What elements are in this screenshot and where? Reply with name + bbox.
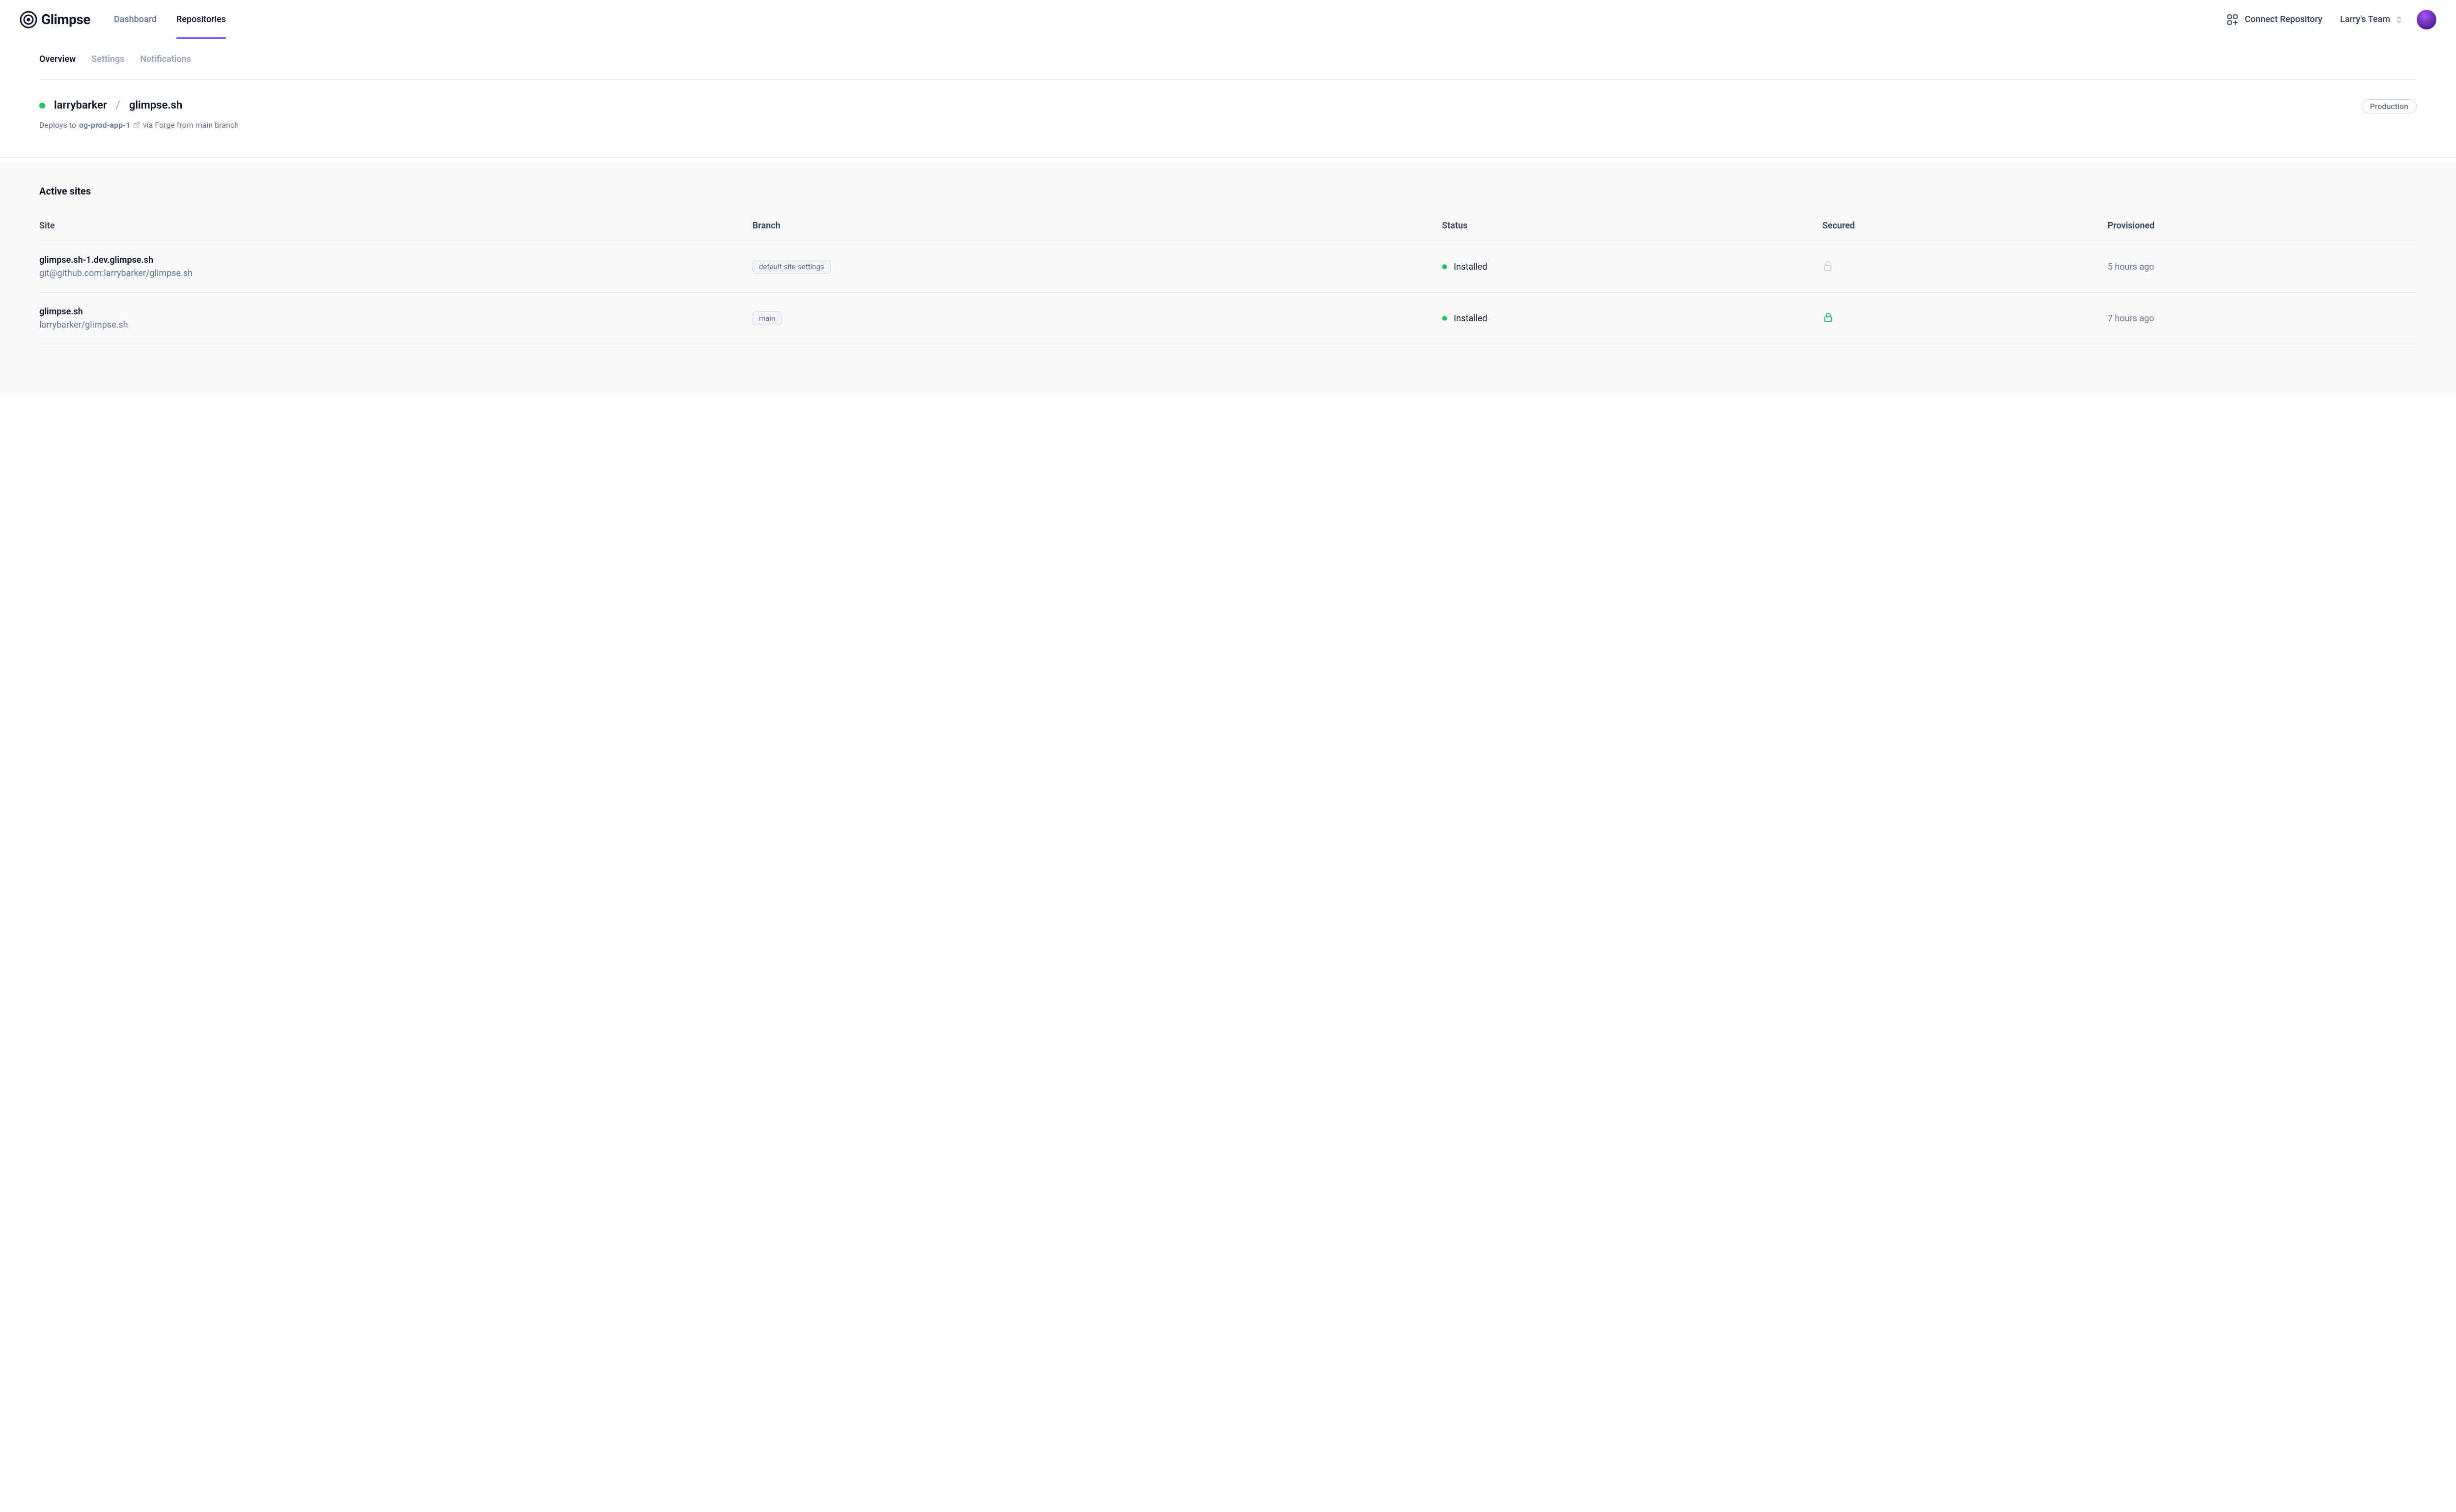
col-branch: Branch	[753, 221, 1442, 241]
top-nav: Glimpse Dashboard Repositories Connect R…	[0, 0, 2456, 39]
chevron-up-down-icon	[2395, 16, 2403, 24]
connect-repository-button[interactable]: Connect Repository	[2226, 13, 2322, 26]
col-status: Status	[1442, 221, 1822, 241]
branch-badge: default-site-settings	[753, 260, 831, 274]
repo-status-dot-icon	[39, 103, 45, 109]
col-provisioned: Provisioned	[2108, 221, 2417, 241]
active-sites-heading: Active sites	[39, 185, 2417, 197]
deploy-server: og-prod-app-1	[79, 120, 130, 130]
status-text: Installed	[1454, 262, 1487, 272]
status-dot-icon	[1442, 316, 1447, 321]
repo-title: larrybarker / glimpse.sh	[39, 99, 239, 112]
subnav-notifications[interactable]: Notifications	[140, 54, 191, 64]
branch-badge: main	[753, 311, 781, 325]
environment-badge: Production	[2362, 99, 2417, 113]
deploy-summary: Deploys to og-prod-app-1 via Forge from …	[39, 120, 239, 130]
provisioned-time: 7 hours ago	[2108, 293, 2417, 344]
repo-name: glimpse.sh	[129, 99, 182, 112]
grid-plus-icon	[2226, 13, 2239, 26]
provisioned-time: 5 hours ago	[2108, 241, 2417, 293]
subnav-overview[interactable]: Overview	[39, 54, 76, 64]
lock-closed-icon	[1822, 311, 1834, 323]
nav-dashboard[interactable]: Dashboard	[114, 0, 157, 39]
lock-open-icon	[1822, 260, 1834, 272]
col-secured: Secured	[1822, 221, 2108, 241]
brand[interactable]: Glimpse	[20, 11, 90, 28]
site-repo: larrybarker/glimpse.sh	[39, 320, 753, 330]
status-text: Installed	[1454, 313, 1487, 324]
external-link-icon	[133, 122, 140, 129]
repo-subnav: Overview Settings Notifications	[39, 39, 2417, 80]
site-name: glimpse.sh	[39, 307, 753, 317]
site-name: glimpse.sh-1.dev.glimpse.sh	[39, 255, 753, 265]
deploy-suffix: via Forge from main branch	[143, 120, 239, 130]
deploy-server-link[interactable]: og-prod-app-1	[79, 120, 140, 130]
subnav-settings[interactable]: Settings	[91, 54, 124, 64]
team-switcher[interactable]: Larry's Team	[2340, 14, 2403, 25]
brand-logo-icon	[20, 11, 37, 28]
sites-table: Site Branch Status Secured Provisioned g…	[39, 221, 2417, 344]
main-nav: Dashboard Repositories	[114, 0, 226, 39]
col-site: Site	[39, 221, 753, 241]
team-name: Larry's Team	[2340, 14, 2390, 25]
connect-repository-label: Connect Repository	[2245, 14, 2322, 25]
site-repo: git@github.com:larrybarker/glimpse.sh	[39, 268, 753, 279]
deploy-prefix: Deploys to	[39, 120, 76, 130]
table-row[interactable]: glimpse.sh larrybarker/glimpse.sh main I…	[39, 293, 2417, 344]
repo-owner: larrybarker	[54, 99, 107, 112]
repo-separator: /	[116, 99, 120, 112]
status-dot-icon	[1442, 264, 1447, 269]
brand-name: Glimpse	[41, 11, 90, 28]
repo-header: larrybarker / glimpse.sh Deploys to og-p…	[39, 80, 2417, 157]
user-avatar[interactable]	[2417, 10, 2436, 29]
table-row[interactable]: glimpse.sh-1.dev.glimpse.sh git@github.c…	[39, 241, 2417, 293]
nav-repositories[interactable]: Repositories	[176, 0, 226, 39]
